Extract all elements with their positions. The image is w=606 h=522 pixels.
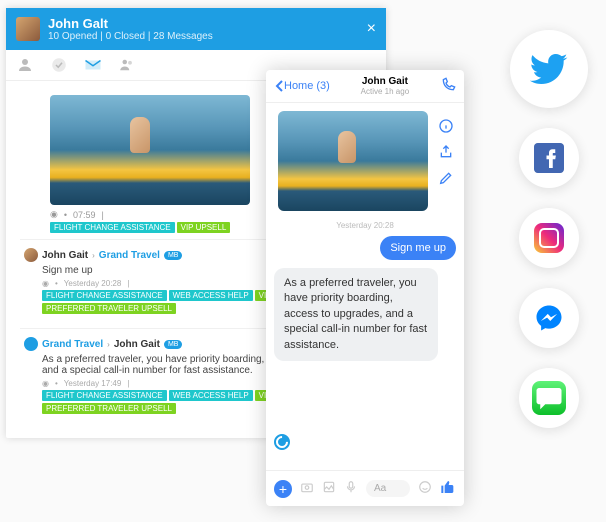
- user-bubble: Sign me up: [380, 236, 456, 260]
- avatar: [16, 17, 40, 41]
- mobile-timestamp: Yesterday 20:28: [274, 221, 456, 230]
- call-icon[interactable]: [440, 77, 456, 96]
- back-button[interactable]: Home (3): [274, 79, 330, 93]
- profile-icon[interactable]: [16, 56, 34, 74]
- message-image[interactable]: [50, 95, 250, 205]
- camera-icon[interactable]: [300, 480, 314, 497]
- edit-icon[interactable]: [438, 170, 454, 186]
- tag[interactable]: PREFERRED TRAVELER UPSELL: [42, 403, 176, 414]
- check-icon[interactable]: [50, 56, 68, 74]
- close-icon[interactable]: ×: [367, 20, 376, 38]
- message-input[interactable]: Aa: [366, 480, 410, 497]
- social-icons: [510, 30, 588, 428]
- mic-icon[interactable]: [344, 480, 358, 497]
- tag[interactable]: VIP UPSELL: [177, 222, 231, 233]
- tag[interactable]: FLIGHT CHANGE ASSISTANCE: [50, 222, 175, 233]
- tag[interactable]: FLIGHT CHANGE ASSISTANCE: [42, 290, 167, 301]
- agent-bubble: As a preferred traveler, you have priori…: [274, 268, 438, 361]
- mobile-image[interactable]: [278, 111, 428, 211]
- tag[interactable]: FLIGHT CHANGE ASSISTANCE: [42, 390, 167, 401]
- emoji-icon[interactable]: [418, 480, 432, 497]
- add-button[interactable]: +: [274, 480, 292, 498]
- agent-header: John Galt 10 Opened | 0 Closed | 28 Mess…: [6, 8, 386, 50]
- mobile-header: Home (3) John Gait Active 1h ago: [266, 70, 464, 103]
- like-icon[interactable]: [440, 479, 456, 498]
- twitter-icon[interactable]: [510, 30, 588, 108]
- contact-stats: 10 Opened | 0 Closed | 28 Messages: [48, 31, 213, 42]
- contact-name: John Galt: [48, 16, 213, 31]
- mobile-chat: Home (3) John Gait Active 1h ago Yesterd…: [266, 70, 464, 506]
- share-icon[interactable]: [438, 144, 454, 160]
- facebook-icon[interactable]: [519, 128, 579, 188]
- tag[interactable]: WEB ACCESS HELP: [169, 390, 253, 401]
- info-icon[interactable]: [438, 118, 454, 134]
- mobile-title: John Gait: [334, 76, 436, 87]
- mobile-side-icons: [432, 110, 460, 194]
- mobile-subtitle: Active 1h ago: [334, 87, 436, 96]
- sms-icon[interactable]: [519, 368, 579, 428]
- messenger-icon[interactable]: [519, 288, 579, 348]
- gallery-icon[interactable]: [322, 480, 336, 497]
- mail-icon[interactable]: [84, 56, 102, 74]
- tag[interactable]: PREFERRED TRAVELER UPSELL: [42, 303, 176, 314]
- users-icon[interactable]: [118, 56, 136, 74]
- tag[interactable]: WEB ACCESS HELP: [169, 290, 253, 301]
- instagram-icon[interactable]: [519, 208, 579, 268]
- composer: + Aa: [266, 470, 464, 506]
- agent-avatar-small: [274, 434, 290, 450]
